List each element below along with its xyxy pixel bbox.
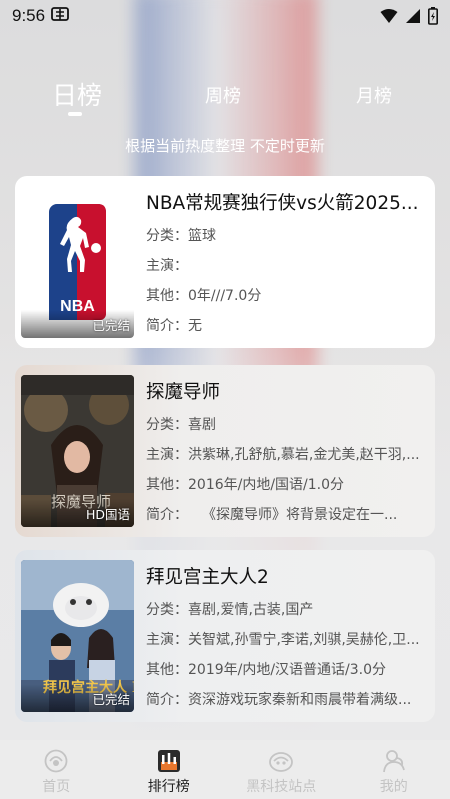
cast-value: 关智斌,孙雪宁,李诺,刘骐,吴赫伦,卫...	[188, 632, 420, 648]
item-cast: 主演：关智斌,孙雪宁,李诺,刘骐,吴赫伦,卫...	[146, 625, 428, 655]
intro-label: 简介：	[146, 318, 188, 334]
nav-home-label: 首页	[42, 779, 71, 795]
category-label: 分类：	[146, 417, 188, 433]
status-badge: HD国语	[85, 507, 130, 522]
nav-profile-label: 我的	[379, 779, 408, 795]
nav-ranking-label: 排行榜	[147, 779, 190, 795]
nav-tech-site[interactable]: 黑科技站点	[225, 740, 338, 799]
item-intro: 简介： 《探魔导师》将背景设定在一...	[146, 500, 428, 530]
item-title: NBA常规赛独行侠vs火箭2025...	[146, 193, 419, 214]
other-label: 其他：	[146, 288, 188, 304]
item-intro: 简介：资深游戏玩家秦新和雨晨带着满级...	[146, 685, 428, 715]
list-item[interactable]: NBA 已完结 NBA常规赛独行侠vs火箭2025... 分类：篮球 主演： 其…	[15, 176, 435, 348]
item-info: NBA常规赛独行侠vs火箭2025... 分类：篮球 主演： 其他：0年///7…	[146, 190, 428, 341]
other-label: 其他：	[146, 662, 188, 678]
intro-value: 《探魔导师》将背景设定在一...	[181, 507, 398, 523]
cast-value: 洪紫琳,孔舒航,慕岩,金尤美,赵干羽,...	[188, 447, 420, 463]
item-category: 分类：篮球	[146, 221, 428, 251]
other-value: 2019年/内地/汉语普通话/3.0分	[188, 662, 387, 678]
intro-label: 简介：	[146, 507, 181, 523]
item-other: 其他：2016年/内地/国语/1.0分	[146, 470, 428, 500]
ranking-icon	[157, 750, 180, 772]
tab-weekly[interactable]: 周榜	[205, 82, 241, 108]
bottom-nav: 首页 排行榜 黑科技站点 我的	[0, 740, 450, 799]
status-bar: 9:56	[0, 0, 450, 32]
item-category: 分类：喜剧,爱情,古装,国产	[146, 595, 428, 625]
nav-tech-site-label: 黑科技站点	[246, 779, 317, 795]
active-tab-indicator	[68, 112, 82, 116]
category-value: 喜剧,爱情,古装,国产	[188, 602, 314, 618]
list-item[interactable]: 拜见宫主大人 II 已完结 拜见宫主大人2 分类：喜剧,爱情,古装,国产 主演：…	[15, 550, 435, 722]
item-cast: 主演：	[146, 251, 428, 281]
status-badge: 已完结	[92, 692, 130, 707]
battery-icon	[428, 7, 438, 25]
tab-monthly[interactable]: 月榜	[356, 82, 392, 108]
intro-value: 资深游戏玩家秦新和雨晨带着满级...	[188, 692, 412, 708]
intro-label: 简介：	[146, 692, 188, 708]
profile-icon	[382, 750, 405, 773]
item-info: 拜见宫主大人2 分类：喜剧,爱情,古装,国产 主演：关智斌,孙雪宁,李诺,刘骐,…	[146, 564, 428, 715]
other-value: 2016年/内地/国语/1.0分	[188, 477, 345, 493]
category-value: 篮球	[188, 228, 216, 244]
app-notification-icon	[51, 5, 69, 27]
item-title: 探魔导师	[146, 382, 221, 403]
item-other: 其他：0年///7.0分	[146, 281, 428, 311]
tab-daily[interactable]: 日榜	[52, 76, 102, 112]
poster-image: NBA 已完结	[21, 186, 134, 338]
category-label: 分类：	[146, 602, 188, 618]
status-icons	[380, 7, 438, 25]
signal-icon	[406, 9, 420, 23]
cast-label: 主演：	[146, 258, 188, 274]
item-intro: 简介：无	[146, 311, 428, 341]
status-badge: 已完结	[92, 318, 130, 333]
wifi-icon	[380, 9, 398, 23]
home-icon	[44, 749, 68, 773]
status-time: 9:56	[12, 6, 46, 25]
item-cast: 主演：洪紫琳,孔舒航,慕岩,金尤美,赵干羽,...	[146, 440, 428, 470]
item-category: 分类：喜剧	[146, 410, 428, 440]
poster-image: 拜见宫主大人 II 已完结	[21, 560, 134, 712]
item-other: 其他：2019年/内地/汉语普通话/3.0分	[146, 655, 428, 685]
category-value: 喜剧	[188, 417, 216, 433]
nav-ranking[interactable]: 排行榜	[113, 740, 226, 799]
cast-label: 主演：	[146, 447, 188, 463]
ranking-subtitle: 根据当前热度整理 不定时更新	[125, 137, 325, 155]
nav-profile[interactable]: 我的	[338, 740, 450, 799]
nav-home[interactable]: 首页	[0, 740, 113, 799]
other-value: 0年///7.0分	[188, 288, 262, 304]
intro-value: 无	[188, 318, 202, 334]
item-info: 探魔导师 分类：喜剧 主演：洪紫琳,孔舒航,慕岩,金尤美,赵干羽,... 其他：…	[146, 379, 428, 530]
ranking-tabs: 日榜 周榜 月榜	[0, 72, 450, 122]
cast-label: 主演：	[146, 632, 188, 648]
category-label: 分类：	[146, 228, 188, 244]
item-title: 拜见宫主大人2	[146, 567, 269, 588]
tech-site-icon	[269, 752, 294, 772]
poster-image: 探魔导师 HD国语	[21, 375, 134, 527]
list-item[interactable]: 探魔导师 HD国语 探魔导师 分类：喜剧 主演：洪紫琳,孔舒航,慕岩,金尤美,赵…	[15, 365, 435, 537]
other-label: 其他：	[146, 477, 188, 493]
